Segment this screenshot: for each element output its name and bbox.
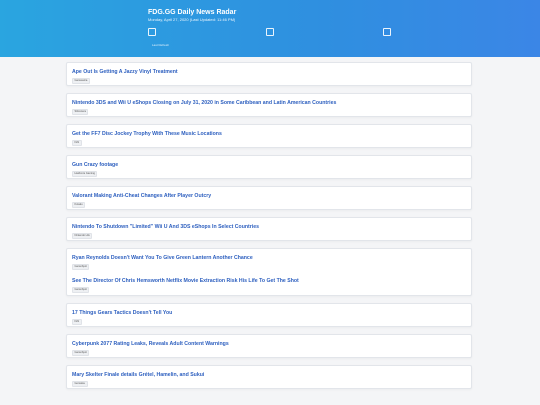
article-link[interactable]: Nintendo To Shutdown "Limited" Wii U And… — [72, 224, 259, 230]
list-item: 17 Things Gears Tactics Doesn't Tell You… — [72, 310, 172, 325]
list-item: Cyberpunk 2077 Rating Leaks, Reveals Adu… — [72, 341, 229, 356]
filter-checkbox-3[interactable] — [383, 28, 391, 36]
source-badge[interactable]: GameSpot — [72, 350, 90, 356]
list-item: Mary Skelter Finale details Grétel, Hame… — [72, 372, 204, 387]
list-item: Gun Crazy footage Hardcore Gaming — [72, 162, 118, 177]
news-card — [66, 155, 472, 179]
filter-checkbox-1[interactable] — [148, 28, 156, 36]
header-banner: FDG.GG Daily News Radar Monday, April 27… — [0, 0, 540, 57]
source-badge[interactable]: Nintendo Life — [72, 233, 93, 239]
list-item: Nintendo To Shutdown "Limited" Wii U And… — [72, 224, 259, 239]
article-link[interactable]: Valorant Making Anti-Cheat Changes After… — [72, 193, 211, 199]
source-badge[interactable]: Siliconera — [72, 109, 89, 115]
article-link[interactable]: Gun Crazy footage — [72, 162, 118, 168]
article-link[interactable]: Ape Out Is Getting A Jazzy Vinyl Treatme… — [72, 69, 178, 75]
source-badge[interactable]: GameSpot — [72, 264, 90, 270]
last-refresh-label: Last Refresh — [152, 43, 170, 47]
source-badge[interactable]: Gamasutra — [72, 78, 90, 84]
page-title: FDG.GG Daily News Radar — [148, 9, 237, 16]
source-badge[interactable]: IGN — [72, 140, 82, 146]
article-link[interactable]: Ryan Reynolds Doesn't Want You To Give G… — [72, 255, 253, 261]
list-item: See The Director Of Chris Hemsworth Netf… — [72, 278, 299, 293]
list-item: Nintendo 3DS and Wii U eShops Closing on… — [72, 100, 336, 115]
article-link[interactable]: Mary Skelter Finale details Grétel, Hame… — [72, 372, 204, 378]
list-item: Ape Out Is Getting A Jazzy Vinyl Treatme… — [72, 69, 178, 84]
list-item: Valorant Making Anti-Cheat Changes After… — [72, 193, 211, 208]
article-link[interactable]: Cyberpunk 2077 Rating Leaks, Reveals Adu… — [72, 341, 229, 347]
article-link[interactable]: Nintendo 3DS and Wii U eShops Closing on… — [72, 100, 336, 106]
source-badge[interactable]: IGN — [72, 319, 82, 325]
list-item: Ryan Reynolds Doesn't Want You To Give G… — [72, 255, 253, 270]
page-subtitle: Monday, April 27, 2020 (Last Updated: 11… — [148, 17, 236, 22]
source-badge[interactable]: Gematsu — [72, 381, 88, 387]
article-link[interactable]: See The Director Of Chris Hemsworth Netf… — [72, 278, 299, 284]
source-badge[interactable]: Hardcore Gaming — [72, 171, 98, 177]
filter-checkbox-2[interactable] — [266, 28, 274, 36]
article-link[interactable]: 17 Things Gears Tactics Doesn't Tell You — [72, 310, 172, 316]
article-link[interactable]: Get the FF7 Disc Jockey Trophy With Thes… — [72, 131, 222, 137]
source-badge[interactable]: Kotaku — [72, 202, 86, 208]
list-item: Get the FF7 Disc Jockey Trophy With Thes… — [72, 131, 222, 146]
source-badge[interactable]: GameSpot — [72, 287, 90, 293]
